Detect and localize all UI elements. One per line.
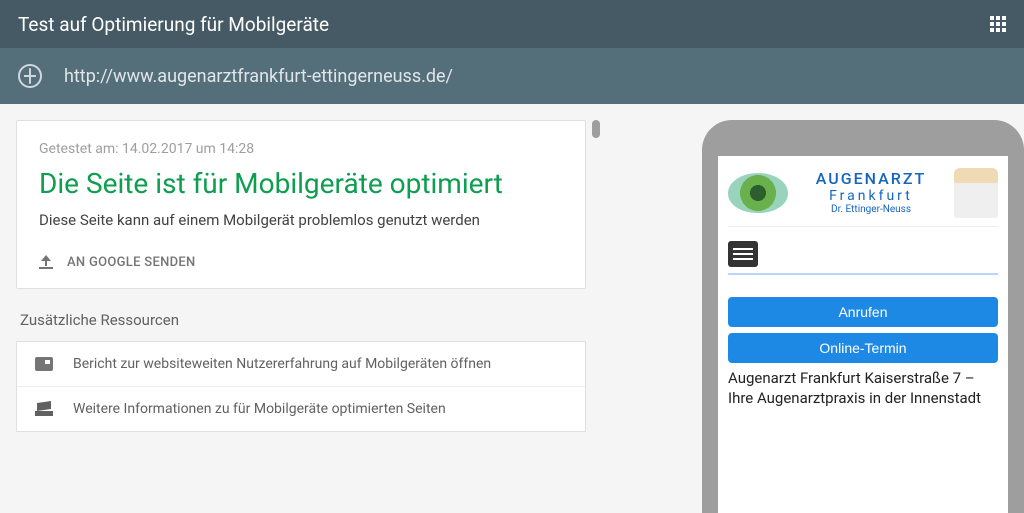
doctor-photo — [954, 168, 998, 218]
hamburger-icon[interactable] — [728, 241, 758, 267]
globe-icon — [18, 64, 42, 88]
device-frame: AUGENARZT Frankfurt Dr. Ettinger-Neuss A… — [702, 120, 1024, 513]
resource-item-learn[interactable]: Weitere Informationen zu für Mobilgeräte… — [17, 387, 585, 431]
apps-icon[interactable] — [990, 16, 1006, 32]
brand-line2: Frankfurt — [794, 188, 948, 204]
resources-list: Bericht zur websiteweiten Nutzererfahrun… — [16, 341, 586, 432]
call-button[interactable]: Anrufen — [728, 297, 998, 327]
app-title: Test auf Optimierung für Mobilgeräte — [18, 13, 329, 36]
send-to-google-button[interactable]: AN GOOGLE SENDEN — [39, 255, 563, 270]
brand-text: AUGENARZT Frankfurt Dr. Ettinger-Neuss — [794, 170, 948, 216]
scrollbar[interactable] — [592, 120, 600, 513]
mobile-preview: AUGENARZT Frankfurt Dr. Ettinger-Neuss A… — [718, 156, 1008, 513]
resource-label: Bericht zur websiteweiten Nutzererfahrun… — [73, 356, 491, 372]
result-card: Getestet am: 14.02.2017 um 14:28 Die Sei… — [16, 120, 586, 289]
brand-line1: AUGENARZT — [794, 170, 948, 188]
graduation-icon — [35, 402, 53, 416]
url-bar: http://www.augenarztfrankfurt-ettingerne… — [0, 48, 1024, 104]
brand-line3: Dr. Ettinger-Neuss — [794, 204, 948, 216]
app-header: Test auf Optimierung für Mobilgeräte — [0, 0, 1024, 48]
results-column: Getestet am: 14.02.2017 um 14:28 Die Sei… — [16, 120, 586, 513]
site-header: AUGENARZT Frankfurt Dr. Ettinger-Neuss — [728, 168, 998, 227]
send-label: AN GOOGLE SENDEN — [67, 255, 196, 270]
result-subline: Diese Seite kann auf einem Mobilgerät pr… — [39, 211, 563, 229]
mobile-page-title: Augenarzt Frankfurt Kaiserstraße 7 – Ihr… — [728, 369, 998, 408]
resource-item-report[interactable]: Bericht zur websiteweiten Nutzererfahrun… — [17, 342, 585, 387]
resources-heading: Zusätzliche Ressourcen — [20, 311, 582, 329]
tested-timestamp: Getestet am: 14.02.2017 um 14:28 — [39, 141, 563, 157]
webpage-icon — [35, 357, 53, 371]
divider — [728, 273, 998, 275]
tested-url[interactable]: http://www.augenarztfrankfurt-ettingerne… — [64, 66, 453, 87]
resource-label: Weitere Informationen zu für Mobilgeräte… — [73, 401, 446, 417]
upload-icon — [39, 255, 53, 269]
result-headline: Die Seite ist für Mobilgeräte optimiert — [39, 167, 563, 201]
online-appointment-button[interactable]: Online-Termin — [728, 333, 998, 363]
content-area: Getestet am: 14.02.2017 um 14:28 Die Sei… — [0, 104, 1024, 513]
eye-logo-icon — [728, 173, 788, 213]
